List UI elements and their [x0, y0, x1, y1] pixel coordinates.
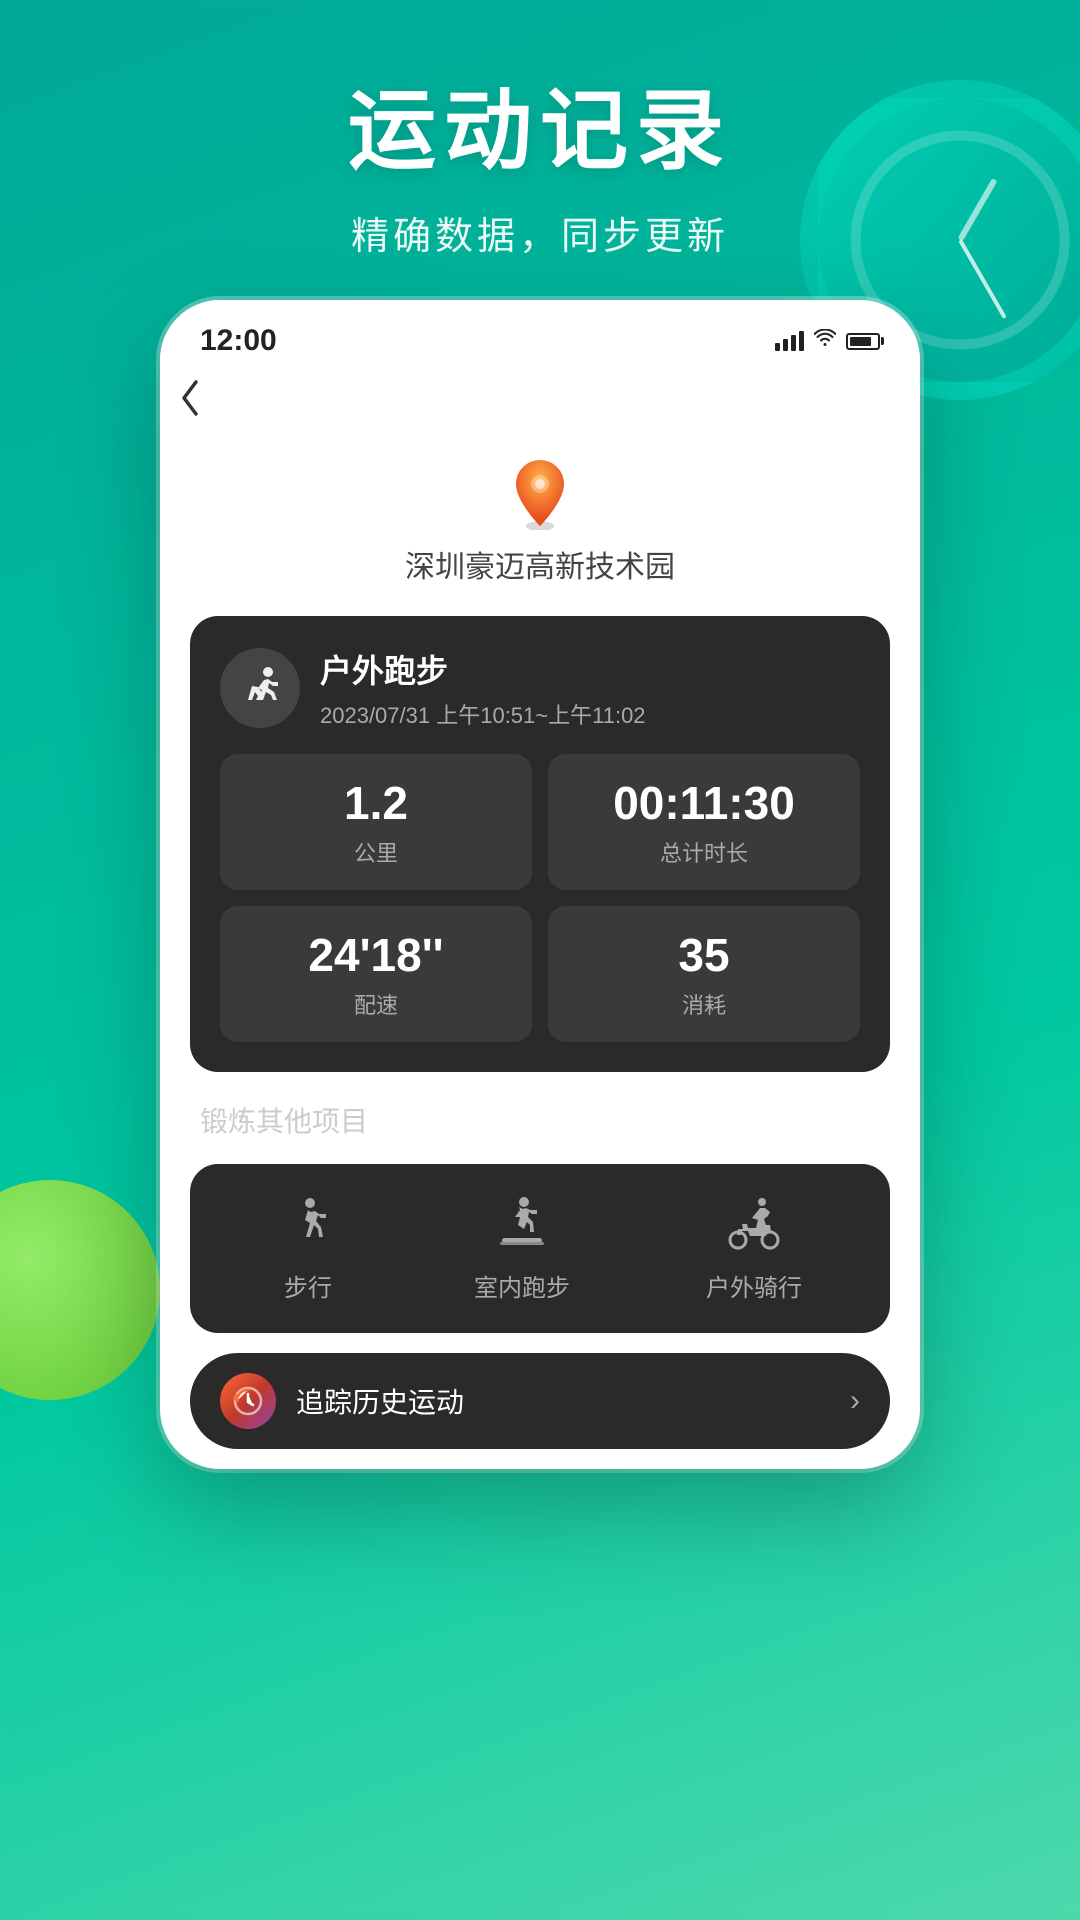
- stat-pace: 24'18'' 配速: [220, 906, 532, 1042]
- stats-grid: 1.2 公里 00:11:30 总计时长 24'18'' 配速 35 消耗: [220, 754, 860, 1042]
- status-bar: 12:00: [160, 300, 920, 368]
- stat-distance-label: 公里: [354, 836, 398, 868]
- activity-type-icon: [220, 648, 300, 728]
- stat-duration-label: 总计时长: [660, 836, 748, 868]
- activity-type-walking[interactable]: 步行: [278, 1194, 338, 1303]
- stat-distance: 1.2 公里: [220, 754, 532, 890]
- page-title: 运动记录: [0, 60, 1080, 187]
- location-pin-icon: [510, 458, 570, 530]
- activity-type-treadmill[interactable]: 室内跑步: [474, 1194, 570, 1303]
- walking-label: 步行: [284, 1268, 332, 1303]
- bg-ball-decoration: [0, 1180, 160, 1400]
- stat-duration: 00:11:30 总计时长: [548, 754, 860, 890]
- activity-time-range: 2023/07/31 上午10:51~上午11:02: [320, 698, 646, 730]
- activity-card: 户外跑步 2023/07/31 上午10:51~上午11:02 1.2 公里 0…: [190, 616, 890, 1072]
- back-button[interactable]: [160, 368, 920, 438]
- history-button[interactable]: 追踪历史运动 ›: [190, 1353, 890, 1449]
- location-section: 深圳豪迈高新技术园: [160, 438, 920, 616]
- phone-frame: 12:00: [160, 300, 920, 1469]
- stat-pace-value: 24'18'': [308, 928, 443, 982]
- history-arrow-icon: ›: [850, 1384, 860, 1418]
- wifi-icon: [814, 329, 836, 353]
- history-icon: [220, 1373, 276, 1429]
- status-icons: [775, 329, 880, 353]
- activity-type-cycling[interactable]: 户外骑行: [706, 1194, 802, 1303]
- location-name: 深圳豪迈高新技术园: [405, 542, 675, 586]
- battery-icon: [846, 333, 880, 350]
- other-activities-title: 锻炼其他项目: [190, 1100, 890, 1140]
- status-time: 12:00: [200, 324, 277, 358]
- signal-icon: [775, 331, 804, 351]
- activity-types-grid: 步行 室内跑步 户外骑行: [190, 1164, 890, 1333]
- activity-type-label: 户外跑步: [320, 646, 646, 692]
- stat-duration-value: 00:11:30: [613, 776, 795, 830]
- treadmill-label: 室内跑步: [474, 1268, 570, 1303]
- stat-calories: 35 消耗: [548, 906, 860, 1042]
- stat-pace-label: 配速: [354, 988, 398, 1020]
- stat-calories-label: 消耗: [682, 988, 726, 1020]
- stat-calories-value: 35: [678, 928, 729, 982]
- activity-info: 户外跑步 2023/07/31 上午10:51~上午11:02: [320, 646, 646, 730]
- cycling-icon: [724, 1194, 784, 1254]
- activity-header: 户外跑步 2023/07/31 上午10:51~上午11:02: [220, 646, 860, 730]
- stat-distance-value: 1.2: [344, 776, 408, 830]
- page-header: 运动记录 精确数据，同步更新: [0, 60, 1080, 260]
- walking-icon: [278, 1194, 338, 1254]
- cycling-label: 户外骑行: [706, 1268, 802, 1303]
- history-label: 追踪历史运动: [296, 1381, 830, 1421]
- page-subtitle: 精确数据，同步更新: [0, 205, 1080, 260]
- treadmill-icon: [492, 1194, 552, 1254]
- other-activities-section: 锻炼其他项目 步行 室内跑步: [190, 1100, 890, 1333]
